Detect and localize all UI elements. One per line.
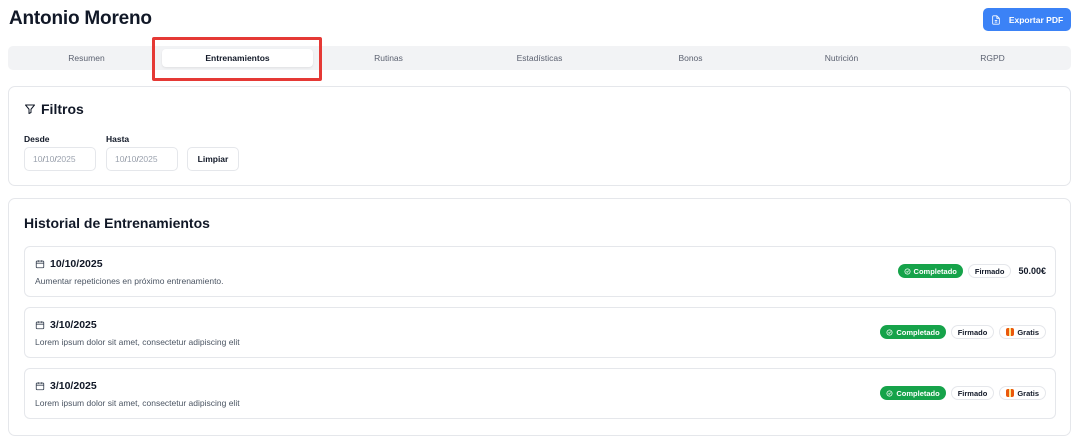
session-price: 50.00€ [1018,266,1046,276]
from-label: Desde [24,134,50,144]
tab-entrenamientos[interactable]: Entrenamientos [162,49,313,67]
to-date-input[interactable]: 10/10/2025 [106,147,178,171]
session-date: 10/10/2025 [50,258,103,270]
session-item[interactable]: 3/10/2025 Lorem ipsum dolor sit amet, co… [24,307,1056,358]
session-item[interactable]: 3/10/2025 Lorem ipsum dolor sit amet, co… [24,368,1056,419]
tab-bar: Resumen Entrenamientos Rutinas Estadísti… [8,46,1071,70]
session-note: Lorem ipsum dolor sit amet, consectetur … [35,337,240,347]
page-title: Antonio Moreno [9,8,152,29]
tab-estadisticas[interactable]: Estadísticas [464,49,615,67]
filter-icon [25,104,35,114]
file-icon [992,14,1000,25]
gift-icon [1006,328,1015,336]
status-badge: Completado [880,325,946,339]
history-title: Historial de Entrenamientos [24,215,210,231]
signed-badge: Firmado [950,386,995,400]
export-pdf-label: Exportar PDF [1008,14,1064,25]
session-date: 3/10/2025 [50,319,97,331]
filters-card: Filtros Desde Hasta 10/10/2025 10/10/202… [8,86,1071,186]
check-circle-icon [904,268,911,274]
session-item[interactable]: 10/10/2025 Aumentar repeticiones en próx… [24,246,1056,297]
tab-rgpd[interactable]: RGPD [917,49,1068,67]
signed-badge: Firmado [950,325,995,339]
tab-nutricion[interactable]: Nutrición [766,49,917,67]
check-circle-icon [886,390,893,396]
status-badge: Completado [880,386,946,400]
tab-rutinas[interactable]: Rutinas [313,49,464,67]
filters-heading: Filtros [24,101,84,117]
calendar-icon [35,382,45,391]
session-note: Lorem ipsum dolor sit amet, consectetur … [35,398,240,408]
export-pdf-button[interactable]: Exportar PDF [983,8,1071,31]
filters-title: Filtros [41,101,84,117]
tab-resumen[interactable]: Resumen [11,49,162,67]
session-note: Aumentar repeticiones en próximo entrena… [35,276,224,286]
signed-badge: Firmado [967,264,1012,278]
free-badge: Gratis [999,386,1046,400]
status-badge: Completado [897,264,963,278]
session-date: 3/10/2025 [50,380,97,392]
calendar-icon [35,321,45,330]
from-date-input[interactable]: 10/10/2025 [24,147,96,171]
calendar-icon [35,260,45,269]
to-label: Hasta [106,134,130,144]
history-card: Historial de Entrenamientos 10/10/2025 A… [8,198,1071,436]
check-circle-icon [886,329,893,335]
free-badge: Gratis [999,325,1046,339]
clear-filters-button[interactable]: Limpiar [187,147,239,171]
gift-icon [1006,389,1015,397]
tab-bonos[interactable]: Bonos [615,49,766,67]
